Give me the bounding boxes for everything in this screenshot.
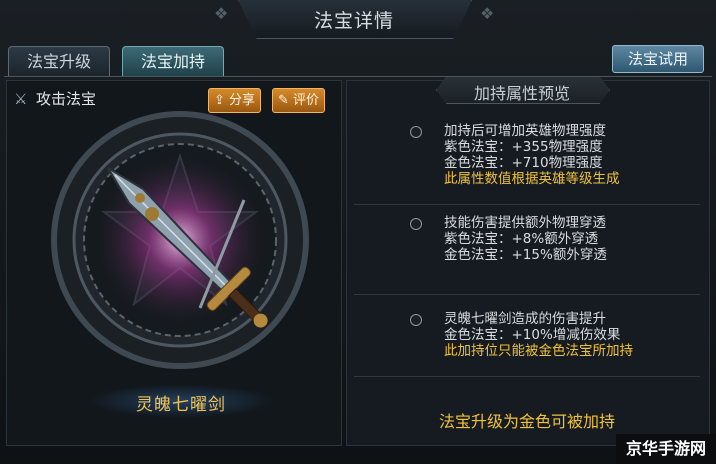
watermark: 京华手游网 [616,434,716,464]
divider [354,294,700,295]
divider [354,204,700,205]
rate-label: 评价 [293,93,320,108]
treasure-emblem [51,111,309,369]
bullet-icon [410,218,422,230]
crossed-swords-icon: ⚔ [14,90,28,108]
bonus-block-2: 技能伤害提供额外物理穿透 紫色法宝：+8%额外穿透 金色法宝：+15%额外穿透 [444,215,607,263]
bonus-line: 紫色法宝：+355物理强度 [444,139,603,155]
window-title: 法宝详情 [313,10,394,32]
bonus-note: 此加持位只能被金色法宝所加持 [444,343,633,359]
bonus-line: 紫色法宝：+8%额外穿透 [444,231,599,247]
ornament-left-icon: ❖ [214,4,229,23]
bonus-line: 灵魄七曜剑造成的伤害提升 [444,311,606,327]
bonus-block-3: 灵魄七曜剑造成的伤害提升 金色法宝：+10%增减伤效果 此加持位只能被金色法宝所… [444,311,633,359]
ornament-right-icon: ❖ [480,4,495,23]
bonus-block-1: 加持后可增加英雄物理强度 紫色法宝：+355物理强度 金色法宝：+710物理强度… [444,123,620,187]
tab-enhance[interactable]: 法宝加持 [122,46,224,77]
divider [354,376,700,377]
treasure-type: ⚔ 攻击法宝 [14,88,96,109]
bonus-line: 金色法宝：+710物理强度 [444,155,603,171]
bonus-line: 金色法宝：+10%增减伤效果 [444,327,621,343]
try-treasure-button[interactable]: 法宝试用 [612,45,704,73]
bonus-line: 技能伤害提供额外物理穿透 [444,215,606,231]
preview-title: 加持属性预览 [473,84,570,103]
edit-icon: ✎ [278,93,289,108]
bonus-line: 金色法宝：+15%额外穿透 [444,247,607,263]
bullet-icon [410,126,422,138]
share-icon: ⇪ [214,93,225,108]
share-label: 分享 [229,93,256,108]
bonus-note: 此属性数值根据英雄等级生成 [444,171,620,187]
treasure-type-label: 攻击法宝 [36,90,97,108]
tab-divider [4,76,712,77]
bullet-icon [410,314,422,326]
upgrade-hint: 法宝升级为金色可被加持 [438,412,615,431]
treasure-name: 灵魄七曜剑 [136,395,226,415]
bonus-line: 加持后可增加英雄物理强度 [444,123,606,139]
tab-upgrade[interactable]: 法宝升级 [8,46,110,77]
